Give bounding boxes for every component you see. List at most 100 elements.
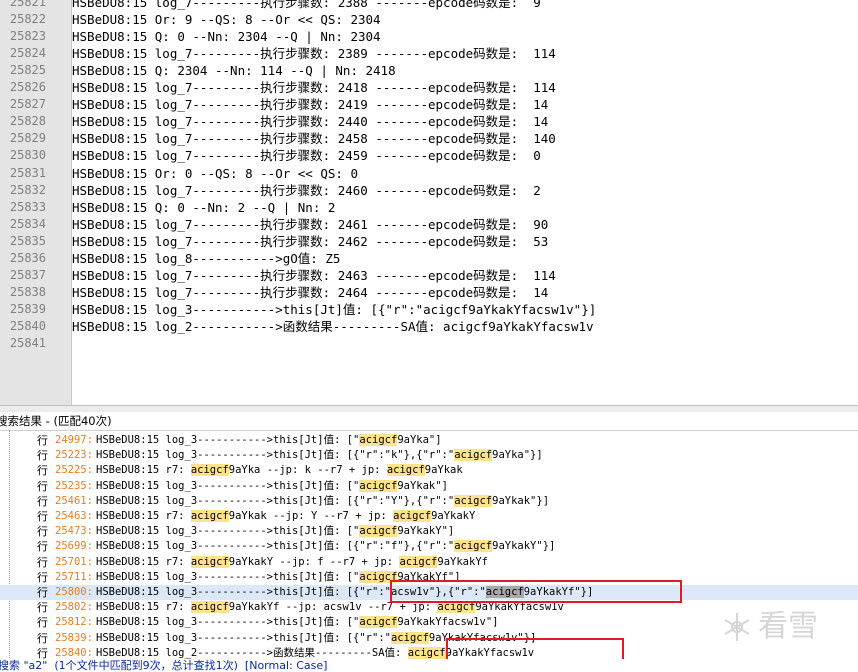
line-text: HSBeDU8:15 log_7---------执行步骤数: 2459 ---… [72,148,541,164]
result-text-segment: HSBeDU8:15 log_2----------->函数结果--------… [96,646,408,659]
line-number: 25837 [9,267,46,282]
result-line-number: 25711: [55,570,93,583]
line-text: HSBeDU8:15 log_7---------执行步骤数: 2389 ---… [72,46,556,62]
result-text: HSBeDU8:15 r7: acigcf9aYkakY --jp: f --r… [96,555,488,570]
line-text: HSBeDU8:15 log_7---------执行步骤数: 2418 ---… [72,80,556,96]
editor-line[interactable]: 25827 HSBeDU8:15 log_7---------执行步骤数: 241… [0,96,858,113]
row-prefix: 行 [37,464,48,478]
editor-line[interactable]: 25834 HSBeDU8:15 log_7---------执行步骤数: 246… [0,216,858,233]
result-text: HSBeDU8:15 log_3----------->this[Jt]值: [… [96,479,448,494]
editor-line[interactable]: 25822 HSBeDU8:15 Or: 9 --QS: 8 --Or << QS… [0,11,858,28]
result-text: HSBeDU8:15 r7: acigcf9aYka --jp: k --r7 … [96,463,463,478]
editor-line[interactable]: 25824 HSBeDU8:15 log_7---------执行步骤数: 238… [0,45,858,62]
result-text-segment: 9aYkak"] [397,479,448,492]
editor-line[interactable]: 25840 HSBeDU8:15 log_2----------->函数结果---… [0,318,858,335]
search-result-row[interactable]: 行 25225: HSBeDU8:15 r7: acigcf9aYka --jp: … [0,463,858,478]
result-text-segment: HSBeDU8:15 log_3----------->this[Jt]值: [… [96,570,360,583]
result-text-segment: 9aYkakY [431,510,476,522]
line-number: 25832 [9,182,46,197]
line-text: HSBeDU8:15 log_2----------->函数结果--------… [72,318,594,334]
result-line-number: 25800: [55,586,93,598]
line-text: HSBeDU8:15 log_7---------执行步骤数: 2440 ---… [72,114,549,130]
search-result-row[interactable]: 行 25223: HSBeDU8:15 log_3----------->this[… [0,448,858,463]
result-text-segment: HSBeDU8:15 log_3----------->this[Jt]值: [… [96,616,360,629]
line-number: 25840 [9,318,46,333]
result-text-segment: 9aYkakYfacsw1v"] [397,616,499,629]
editor-line[interactable]: 25839 HSBeDU8:15 log_3----------->this[Jt… [0,301,858,318]
row-prefix: 行 [37,570,48,584]
line-number: 25841 [9,336,46,350]
result-text-segment: 9aYka"] [397,434,442,446]
result-text: HSBeDU8:15 log_3----------->this[Jt]值: [… [96,448,543,463]
editor-line[interactable]: 25829 HSBeDU8:15 log_7---------执行步骤数: 245… [0,130,858,147]
match-highlight: acigcf [393,510,432,522]
result-line-number: 25699: [55,540,93,553]
editor-line[interactable]: 25826 HSBeDU8:15 log_7---------执行步骤数: 241… [0,79,858,96]
editor-line[interactable]: 25836 HSBeDU8:15 log_8----------->gO值: Z5 [0,250,858,267]
editor-line[interactable]: 25831 HSBeDU8:15 Or: 0 --QS: 8 --Or << QS… [0,165,858,182]
match-highlight: acigcf [190,464,229,477]
snowflake-icon [724,613,750,641]
result-text: HSBeDU8:15 log_3----------->this[Jt]值: [… [96,539,555,554]
editor-line[interactable]: 25821 HSBeDU8:15 log_7---------执行步骤数: 238… [0,0,858,11]
row-prefix: 行 [37,449,48,463]
result-text-segment: 9aYka --jp: k --r7 + jp: [228,464,387,477]
match-highlight: acigcf [190,555,229,568]
search-result-row[interactable]: 行 25473: HSBeDU8:15 log_3----------->this[… [0,524,858,539]
result-line-number: 25223: [55,449,93,462]
editor-pane[interactable]: 25821 HSBeDU8:15 log_7---------执行步骤数: 238… [0,0,858,405]
line-number: 25839 [9,301,46,316]
result-text-segment: 9aYkak"}] [492,494,550,507]
match-highlight: acigcf [359,616,398,629]
search-result-row[interactable]: 行 25699: HSBeDU8:15 log_3----------->this[… [0,539,858,554]
editor-line[interactable]: 25830 HSBeDU8:15 log_7---------执行步骤数: 245… [0,147,858,164]
row-prefix: 行 [37,616,48,630]
line-text: HSBeDU8:15 Q: 0 --Nn: 2304 --Q | Nn: 230… [72,29,381,45]
row-prefix: 行 [37,540,48,554]
match-highlight: acigcf [359,434,398,446]
editor-line[interactable]: 25825 HSBeDU8:15 Q: 2304 --Nn: 114 --Q | … [0,62,858,79]
line-number: 25823 [9,29,46,44]
row-prefix: 行 [37,525,48,539]
result-text-segment: 9aYkak --jp: Y --r7 + jp: [228,510,394,522]
search-result-row[interactable]: 行 25463: HSBeDU8:15 r7: acigcf9aYkak --jp:… [0,509,858,524]
match-highlight: acigcf [407,646,446,659]
result-line-number: 25812: [55,616,93,629]
row-prefix: 行 [37,631,48,645]
result-line-number: 25225: [55,464,93,477]
editor-line[interactable]: 25837 HSBeDU8:15 log_7---------执行步骤数: 246… [0,267,858,284]
line-text: HSBeDU8:15 log_3----------->this[Jt]值: [… [72,301,597,317]
editor-line[interactable]: 25835 HSBeDU8:15 log_7---------执行步骤数: 246… [0,233,858,250]
line-text: HSBeDU8:15 Or: 9 --QS: 8 --Or << QS: 230… [72,12,381,28]
row-prefix: 行 [37,494,48,508]
line-text: HSBeDU8:15 log_7---------执行步骤数: 2460 ---… [72,182,541,198]
line-number: 25838 [9,284,46,299]
line-number: 25835 [9,233,46,248]
editor-line[interactable]: 25841 [0,335,858,352]
result-line-number: 25802: [55,601,93,614]
row-prefix: 行 [37,586,48,599]
line-text: HSBeDU8:15 Q: 0 --Nn: 2 --Q | Nn: 2 [72,199,336,215]
line-number: 25833 [9,199,46,214]
search-result-row[interactable]: 行 25461: HSBeDU8:15 log_3----------->this[… [0,494,858,509]
line-number: 25824 [9,46,46,61]
match-highlight: acigcf [386,464,425,477]
line-number: 25834 [9,216,46,231]
line-number: 25825 [9,63,46,78]
result-line-number: 25461: [55,494,93,507]
line-text: HSBeDU8:15 log_8----------->gO值: Z5 [72,250,341,266]
editor-line[interactable]: 25833 HSBeDU8:15 Q: 0 --Nn: 2 --Q | Nn: 2 [0,199,858,216]
result-text: HSBeDU8:15 log_3----------->this[Jt]值: [… [96,494,549,509]
editor-line[interactable]: 25828 HSBeDU8:15 log_7---------执行步骤数: 244… [0,113,858,130]
line-text: HSBeDU8:15 Q: 2304 --Nn: 114 --Q | Nn: 2… [72,63,396,79]
editor-line[interactable]: 25832 HSBeDU8:15 log_7---------执行步骤数: 246… [0,182,858,199]
editor-line[interactable]: 25823 HSBeDU8:15 Q: 0 --Nn: 2304 --Q | Nn… [0,28,858,45]
result-text-segment: HSBeDU8:15 log_3----------->this[Jt]值: [… [96,449,455,462]
search-result-row[interactable]: 行 24997: HSBeDU8:15 log_3----------->this[… [0,433,858,448]
search-result-row[interactable]: 行 25701: HSBeDU8:15 r7: acigcf9aYkakY --jp… [0,555,858,570]
search-summary: 搜索 "a2" (1个文件中匹配到9次，总计查找1次) [Normal: Cas… [0,659,858,672]
search-result-row[interactable]: 行 25235: HSBeDU8:15 log_3----------->this[… [0,479,858,494]
search-summary-text: 搜索 "a2" (1个文件中匹配到9次，总计查找1次) [Normal: Cas… [0,659,328,672]
editor-line[interactable]: 25838 HSBeDU8:15 log_7---------执行步骤数: 246… [0,284,858,301]
annotation-box-result-row [390,580,682,603]
